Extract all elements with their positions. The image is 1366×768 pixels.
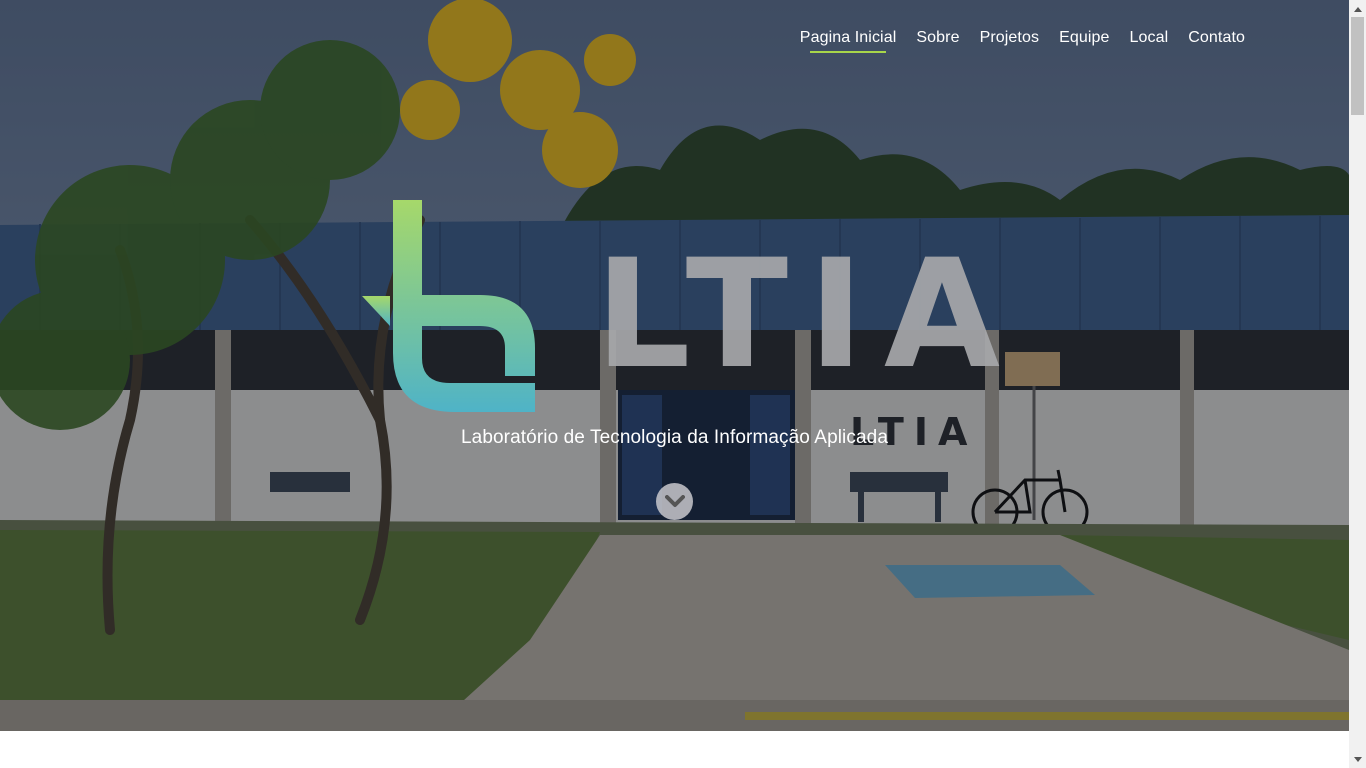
nav-item-sobre[interactable]: Sobre — [916, 29, 959, 53]
hero-section: LTIA Pagina Inicial Sobre Projetos Equip… — [0, 0, 1349, 731]
ltia-logo: LTIA — [362, 200, 1000, 412]
scroll-down-arrow-icon[interactable] — [1349, 751, 1366, 768]
scroll-up-arrow-icon[interactable] — [1349, 0, 1366, 17]
hero-subtitle: Laboratório de Tecnologia da Informação … — [461, 427, 888, 448]
nav-item-equipe[interactable]: Equipe — [1059, 29, 1109, 53]
page: LTIA Pagina Inicial Sobre Projetos Equip… — [0, 0, 1349, 768]
page-scrollbar[interactable] — [1349, 0, 1366, 768]
nav-item-local[interactable]: Local — [1130, 29, 1169, 53]
nav-item-pagina-inicial[interactable]: Pagina Inicial — [800, 29, 897, 53]
nav-item-contato[interactable]: Contato — [1188, 29, 1245, 53]
scrollbar-thumb[interactable] — [1351, 17, 1364, 115]
nav-item-projetos[interactable]: Projetos — [980, 29, 1040, 53]
next-section — [0, 731, 1349, 768]
logo-wordmark: LTIA — [595, 228, 1000, 402]
scroll-down-button[interactable] — [656, 483, 693, 520]
chevron-down-icon — [664, 494, 685, 507]
main-navigation: Pagina Inicial Sobre Projetos Equipe Loc… — [800, 29, 1245, 53]
